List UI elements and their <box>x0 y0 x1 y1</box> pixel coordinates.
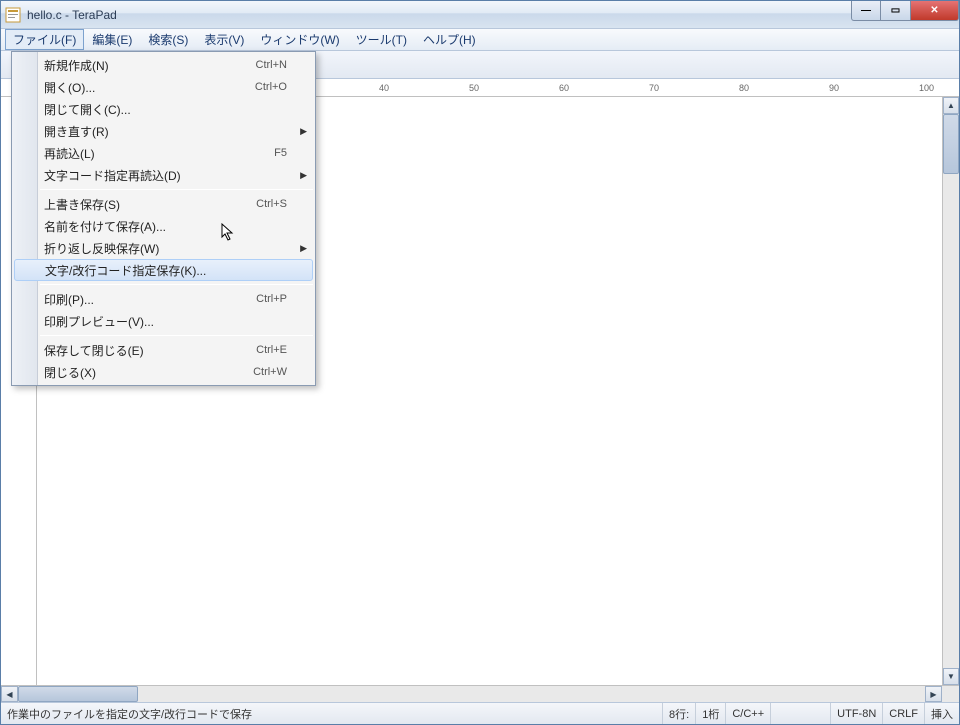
status-insert: 挿入 <box>924 703 959 724</box>
status-hint: 作業中のファイルを指定の文字/改行コードで保存 <box>1 703 662 724</box>
status-col: 1桁 <box>695 703 725 724</box>
scroll-up-arrow[interactable]: ▲ <box>943 97 959 114</box>
menu-view[interactable]: 表示(V) <box>196 29 252 50</box>
maximize-icon: ▭ <box>891 5 900 16</box>
menu-item-save[interactable]: 上書き保存(S) Ctrl+S <box>12 193 315 215</box>
close-icon: ✕ <box>930 5 938 16</box>
minimize-icon: — <box>861 5 871 16</box>
menu-item-reload-encoding[interactable]: 文字コード指定再読込(D) ▶ <box>12 164 315 186</box>
maximize-button[interactable]: ▭ <box>881 1 911 21</box>
ruler-tick-60: 60 <box>559 83 569 93</box>
menu-item-save-wrap[interactable]: 折り返し反映保存(W) ▶ <box>12 237 315 259</box>
menu-item-save-close[interactable]: 保存して閉じる(E) Ctrl+E <box>12 339 315 361</box>
menu-item-reload[interactable]: 再読込(L) F5 <box>12 142 315 164</box>
ruler-tick-80: 80 <box>739 83 749 93</box>
vertical-scrollbar[interactable]: ▲ ▼ <box>942 97 959 685</box>
menu-search[interactable]: 検索(S) <box>140 29 196 50</box>
menu-item-close-open[interactable]: 閉じて開く(C)... <box>12 98 315 120</box>
status-encoding: UTF-8N <box>830 703 882 724</box>
menu-item-save-as[interactable]: 名前を付けて保存(A)... <box>12 215 315 237</box>
menu-item-new[interactable]: 新規作成(N) Ctrl+N <box>12 54 315 76</box>
menu-tool[interactable]: ツール(T) <box>348 29 415 50</box>
menu-item-open[interactable]: 開く(O)... Ctrl+O <box>12 76 315 98</box>
ruler-tick-90: 90 <box>829 83 839 93</box>
menu-item-print-preview[interactable]: 印刷プレビュー(V)... <box>12 310 315 332</box>
menu-separator <box>40 284 313 285</box>
minimize-button[interactable]: — <box>851 1 881 21</box>
status-line: 8行: <box>662 703 695 724</box>
window-title: hello.c - TeraPad <box>27 8 117 22</box>
menu-separator <box>40 335 313 336</box>
menu-item-print[interactable]: 印刷(P)... Ctrl+P <box>12 288 315 310</box>
scroll-corner <box>942 686 959 702</box>
horizontal-scrollbar[interactable]: ◀ ▶ <box>1 685 959 702</box>
submenu-arrow-icon: ▶ <box>300 243 307 254</box>
ruler-tick-40: 40 <box>379 83 389 93</box>
app-window: hello.c - TeraPad — ▭ ✕ ファイル(F) 編集(E) 検索… <box>0 0 960 725</box>
menu-window[interactable]: ウィンドウ(W) <box>252 29 347 50</box>
menu-separator <box>40 189 313 190</box>
menu-item-close[interactable]: 閉じる(X) Ctrl+W <box>12 361 315 383</box>
window-controls: — ▭ ✕ <box>851 1 959 21</box>
menu-help[interactable]: ヘルプ(H) <box>415 29 484 50</box>
status-mode: C/C++ <box>725 703 770 724</box>
titlebar[interactable]: hello.c - TeraPad — ▭ ✕ <box>1 1 959 29</box>
app-icon <box>5 7 21 23</box>
hscroll-track[interactable] <box>18 686 925 702</box>
submenu-arrow-icon: ▶ <box>300 170 307 181</box>
scroll-right-arrow[interactable]: ▶ <box>925 686 942 702</box>
statusbar: 作業中のファイルを指定の文字/改行コードで保存 8行: 1桁 C/C++ UTF… <box>1 702 959 724</box>
file-dropdown-menu: 新規作成(N) Ctrl+N 開く(O)... Ctrl+O 閉じて開く(C).… <box>11 51 316 386</box>
menubar: ファイル(F) 編集(E) 検索(S) 表示(V) ウィンドウ(W) ツール(T… <box>1 29 959 51</box>
ruler-tick-70: 70 <box>649 83 659 93</box>
menu-edit[interactable]: 編集(E) <box>84 29 140 50</box>
menu-item-save-encoding[interactable]: 文字/改行コード指定保存(K)... <box>14 259 313 281</box>
vertical-scroll-thumb[interactable] <box>943 114 959 174</box>
ruler-tick-100: 100 <box>919 83 934 93</box>
close-button[interactable]: ✕ <box>911 1 959 21</box>
scroll-down-arrow[interactable]: ▼ <box>943 668 959 685</box>
scroll-left-arrow[interactable]: ◀ <box>1 686 18 702</box>
horizontal-scroll-thumb[interactable] <box>18 686 138 702</box>
menu-file[interactable]: ファイル(F) <box>5 29 84 50</box>
submenu-arrow-icon: ▶ <box>300 126 307 137</box>
status-newline: CRLF <box>882 703 924 724</box>
menu-item-reopen[interactable]: 開き直す(R) ▶ <box>12 120 315 142</box>
ruler-tick-50: 50 <box>469 83 479 93</box>
